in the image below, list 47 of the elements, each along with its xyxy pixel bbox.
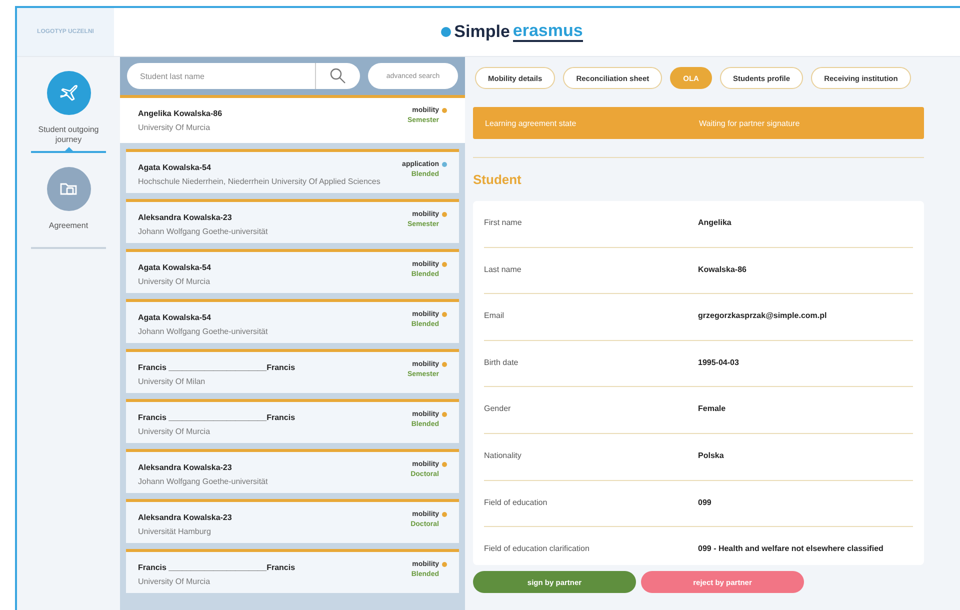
university-name: University Of Milan [138, 377, 206, 386]
field-value: 099 [698, 498, 712, 507]
field-value: Angelika [698, 218, 732, 227]
field-value: Polska [698, 450, 724, 460]
student-name: Agata Kowalska-54 [138, 163, 212, 172]
university-name: University Of Murcia [138, 277, 211, 286]
field-label: Field of education clarification [484, 544, 590, 554]
state-value: Waiting for partner signature [699, 118, 800, 128]
brand-name: Simple [454, 22, 510, 42]
search-field[interactable]: Student last name [127, 63, 315, 89]
university-name: Universität Hamburg [138, 527, 212, 536]
university-name: University Of Murcia [138, 577, 212, 586]
university-name: Hochschule Niederrhein, Niederrhein University Of Applied Sciences [138, 177, 380, 186]
field-label: Nationality [484, 450, 522, 460]
field-label: Field of education [484, 498, 548, 507]
university-name: Johann Wolfgang Goethe-universität [138, 227, 268, 236]
student-name: Agata Kowalska-54 [138, 313, 212, 322]
field-label: Last name [484, 264, 522, 274]
field-label: Gender [484, 404, 512, 414]
student-name: Agata Kowalska-54 [138, 263, 211, 272]
state-label: Learning agreement state [485, 118, 578, 128]
field-value: Kowalska-86 [698, 264, 746, 274]
field-label: Email [484, 311, 506, 320]
sidebar-item[interactable]: Agreement [31, 167, 106, 249]
student-name: Angelika Kowalska-86 [138, 109, 222, 118]
student-name: Francis ______________________Francis [138, 563, 296, 572]
student-name: Aleksandra Kowalska-23 [138, 213, 233, 222]
field-value: 099 - Health and welfare not elsewhere classified [698, 544, 884, 554]
logo-dot-icon [441, 27, 452, 37]
university-name: University Of Murcia [138, 427, 212, 436]
student-name: Aleksandra Kowalska-23 [138, 513, 232, 522]
student-name: Aleksandra Kowalska-23 [138, 463, 233, 472]
field-value: 1995-04-03 [698, 358, 739, 367]
university-name: University Of Murcia [138, 123, 212, 132]
field-value: Female [698, 404, 726, 414]
brand-name-accent: erasmus [512, 22, 583, 42]
student-name: Francis ______________________Francis [138, 413, 296, 422]
search-icon [329, 67, 347, 85]
section-title: Student [473, 172, 522, 187]
field-label: Birth date [484, 358, 520, 367]
university-name: Johann Wolfgang Goethe-universität [138, 477, 268, 486]
university-name: Johann Wolfgang Goethe-universität [138, 327, 268, 336]
student-name: Francis ______________________Francis [138, 363, 296, 372]
field-label: First name [484, 218, 523, 227]
search-button[interactable] [315, 63, 360, 89]
field-value: grzegorzkasprzak@simple.com.pl [698, 311, 827, 320]
sidebar-item[interactable]: Student outgoing journey [31, 71, 106, 153]
